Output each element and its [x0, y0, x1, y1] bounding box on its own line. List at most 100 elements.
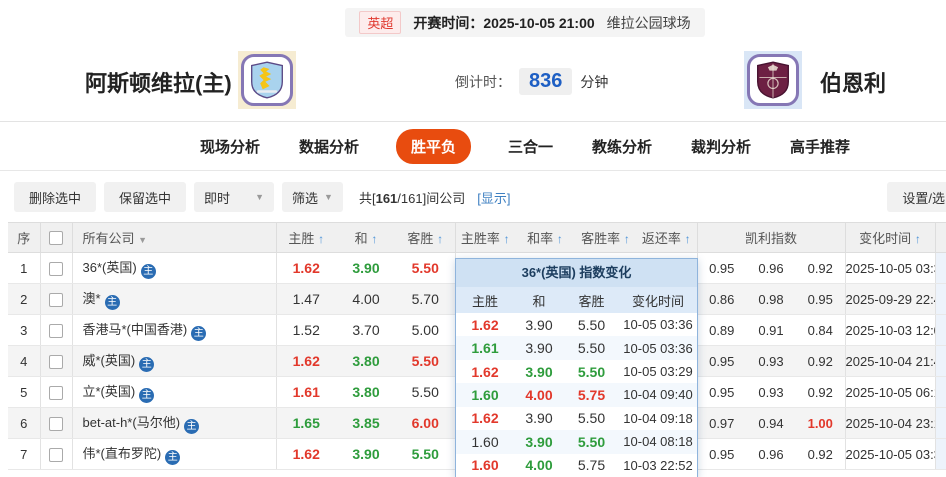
tab-3[interactable]: 胜平负: [396, 129, 471, 164]
company-cell[interactable]: 威*(英国)主: [72, 346, 276, 377]
away-odds-cell[interactable]: 5.00: [396, 315, 455, 346]
col-away-label: 客胜: [407, 231, 433, 246]
popup-odds-value: 5.50: [578, 317, 605, 333]
popup-odds-value: 5.75: [578, 457, 605, 473]
company-cell[interactable]: 澳*主: [72, 284, 276, 315]
home-odds-cell[interactable]: 1.47: [276, 284, 336, 315]
kelly-value: 0.93: [758, 354, 783, 369]
draw-odds-cell[interactable]: 4.00: [336, 284, 396, 315]
settings-button[interactable]: 设置/选: [887, 182, 946, 212]
show-link[interactable]: [显示]: [477, 188, 510, 207]
row-checkbox[interactable]: [49, 448, 63, 462]
company-name: 36*(英国): [83, 260, 137, 275]
tab-1[interactable]: 现场分析: [198, 129, 262, 164]
company-name: 威*(英国): [83, 353, 136, 368]
kelly-cell: 0.95: [697, 253, 746, 284]
row-select-cell: [40, 284, 72, 315]
home-odds: 1.52: [293, 322, 320, 338]
draw-odds: 3.80: [352, 353, 379, 369]
company-name: 香港马*(中国香港): [83, 322, 188, 337]
col-change-time[interactable]: 变化时间 ↑: [845, 223, 935, 253]
col-index[interactable]: 序: [8, 223, 40, 253]
row-index: 4: [8, 346, 40, 377]
away-odds: 6.00: [412, 415, 439, 431]
draw-odds-cell[interactable]: 3.90: [336, 439, 396, 470]
tab-7[interactable]: 高手推荐: [788, 129, 852, 164]
kelly-cell: 0.91: [746, 315, 796, 346]
home-odds-cell[interactable]: 1.61: [276, 377, 336, 408]
popup-odds-cell: 4.00: [514, 457, 564, 473]
popup-row: 1.604.005.7510-04 09:40: [456, 383, 697, 406]
col-away-win[interactable]: 客胜 ↑: [396, 223, 455, 253]
home-odds-cell[interactable]: 1.65: [276, 408, 336, 439]
home-odds: 1.65: [293, 415, 320, 431]
row-select-cell: [40, 439, 72, 470]
away-odds: 5.50: [412, 384, 439, 400]
popup-row: 1.623.905.5010-04 09:18: [456, 407, 697, 430]
row-checkbox[interactable]: [49, 293, 63, 307]
tab-5[interactable]: 教练分析: [590, 129, 654, 164]
popup-row: 1.623.905.5010-05 03:36: [456, 313, 697, 336]
home-odds-cell[interactable]: 1.62: [276, 346, 336, 377]
row-checkbox[interactable]: [49, 386, 63, 400]
delete-selected-button[interactable]: 删除选中: [14, 182, 96, 212]
company-cell[interactable]: 香港马*(中国香港)主: [72, 315, 276, 346]
kelly-cell: 0.96: [746, 253, 796, 284]
draw-odds-cell[interactable]: 3.70: [336, 315, 396, 346]
draw-odds-cell[interactable]: 3.85: [336, 408, 396, 439]
tab-4[interactable]: 三合一: [506, 129, 555, 164]
kelly-value: 0.95: [709, 261, 734, 276]
company-cell[interactable]: 36*(英国)主: [72, 253, 276, 284]
select-all-checkbox[interactable]: [49, 231, 63, 245]
col-draw-label: 和: [355, 231, 368, 246]
away-odds-cell[interactable]: 5.50: [396, 253, 455, 284]
col-return-rate[interactable]: 返还率 ↑: [636, 223, 697, 253]
row-checkbox[interactable]: [49, 262, 63, 276]
col-draw-rate[interactable]: 和率 ↑: [515, 223, 575, 253]
instant-dropdown[interactable]: 即时 ▼: [194, 182, 274, 212]
draw-odds-cell[interactable]: 3.80: [336, 377, 396, 408]
kelly-cell: 0.92: [796, 253, 845, 284]
away-odds-cell[interactable]: 5.70: [396, 284, 455, 315]
change-time-cell: 2025-10-04 23:18: [845, 408, 935, 439]
col-draw[interactable]: 和 ↑: [336, 223, 396, 253]
row-checkbox[interactable]: [49, 417, 63, 431]
away-odds-cell[interactable]: 5.50: [396, 377, 455, 408]
tab-2[interactable]: 数据分析: [297, 129, 361, 164]
away-odds-cell[interactable]: 5.50: [396, 439, 455, 470]
popup-header-row: 主胜和客胜变化时间: [456, 287, 697, 313]
popup-odds-value: 3.90: [525, 434, 552, 450]
kelly-cell: 0.97: [697, 408, 746, 439]
popup-odds-value: 1.62: [471, 317, 498, 333]
keep-selected-button[interactable]: 保留选中: [104, 182, 186, 212]
col-away-rate[interactable]: 客胜率 ↑: [575, 223, 636, 253]
row-checkbox[interactable]: [49, 355, 63, 369]
draw-odds-cell[interactable]: 3.80: [336, 346, 396, 377]
home-odds-cell[interactable]: 1.62: [276, 253, 336, 284]
company-cell[interactable]: bet-at-h*(马尔他)主: [72, 408, 276, 439]
company-cell[interactable]: 伟*(直布罗陀)主: [72, 439, 276, 470]
company-cell[interactable]: 立*(英国)主: [72, 377, 276, 408]
col-company[interactable]: 所有公司 ▼: [72, 223, 276, 253]
filter-dropdown[interactable]: 筛选 ▼: [282, 182, 343, 212]
away-odds-cell[interactable]: 6.00: [396, 408, 455, 439]
draw-odds-cell[interactable]: 3.90: [336, 253, 396, 284]
popup-col-header: 和: [514, 291, 564, 310]
draw-odds: 3.90: [352, 260, 379, 276]
row-checkbox[interactable]: [49, 324, 63, 338]
home-odds-cell[interactable]: 1.62: [276, 439, 336, 470]
col-home-rate[interactable]: 主胜率 ↑: [455, 223, 515, 253]
away-odds-cell[interactable]: 5.50: [396, 346, 455, 377]
kelly-value: 0.93: [758, 385, 783, 400]
away-odds: 5.00: [412, 322, 439, 338]
home-odds-cell[interactable]: 1.52: [276, 315, 336, 346]
kelly-cell: 0.95: [697, 439, 746, 470]
col-home-win[interactable]: 主胜 ↑: [276, 223, 336, 253]
popup-col-header: 客胜: [564, 291, 619, 310]
league-badge[interactable]: 英超: [359, 11, 401, 34]
col-kelly[interactable]: 凯利指数: [697, 223, 845, 253]
popup-odds-cell: 4.00: [514, 387, 564, 403]
col-change-time-label: 变化时间: [859, 231, 911, 246]
tab-6[interactable]: 裁判分析: [689, 129, 753, 164]
kelly-value: 1.00: [808, 416, 833, 431]
